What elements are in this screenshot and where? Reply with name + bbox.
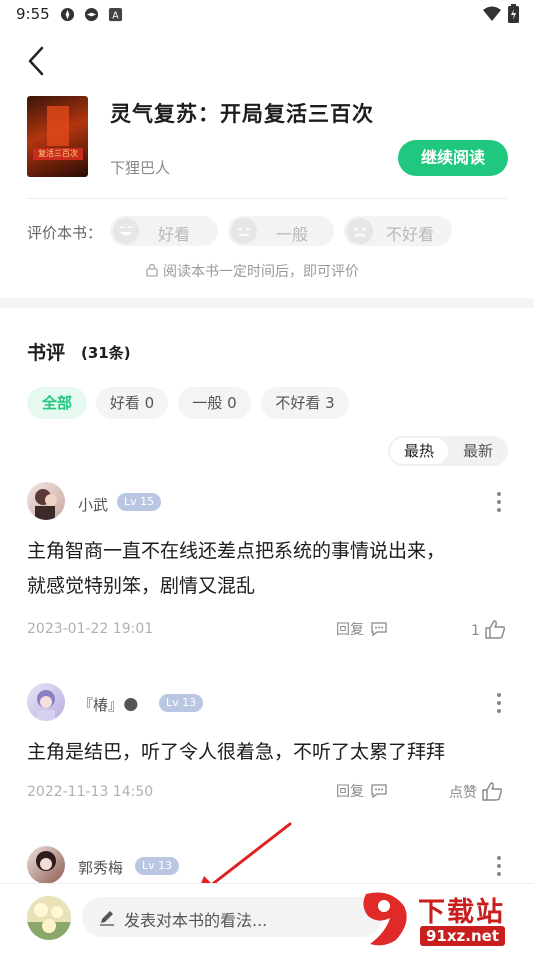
rating-label: 评价本书： xyxy=(27,224,103,242)
battery-icon xyxy=(508,4,519,23)
sort-toggle: 最热 最新 xyxy=(388,436,508,466)
app-notification-icon xyxy=(60,7,75,22)
filter-all[interactable]: 全部 xyxy=(27,387,87,419)
user-avatar-image xyxy=(37,690,55,721)
sort-hot-button[interactable]: 最热 xyxy=(390,438,448,464)
comment-input[interactable]: 发表对本书的看法... xyxy=(82,897,382,937)
review-text: 主角是结巴，听了令人很着急，不听了太累了拜拜 xyxy=(27,735,517,770)
reply-button[interactable]: 回复 xyxy=(336,619,388,639)
rate-bad-label: 不好看 xyxy=(386,225,435,244)
comment-placeholder: 发表对本书的看法... xyxy=(124,911,268,930)
book-author[interactable]: 下狸巴人 xyxy=(110,157,170,178)
review-username[interactable]: 『椿』🌑 xyxy=(78,694,139,715)
comment-icon xyxy=(371,784,388,799)
lock-icon xyxy=(146,263,158,277)
neutral-face-icon xyxy=(231,218,257,244)
thumbs-up-icon xyxy=(485,620,506,639)
level-badge: Lv 13 xyxy=(135,857,180,875)
divider xyxy=(27,198,508,199)
back-icon[interactable] xyxy=(22,44,52,78)
rate-good-label: 好看 xyxy=(158,225,191,244)
review-date: 2022-11-13 14:50 xyxy=(27,784,154,800)
more-options-icon[interactable] xyxy=(496,855,502,877)
filter-good[interactable]: 好看 0 xyxy=(96,387,168,419)
watermark-logo: 下载站 91xz.net xyxy=(360,888,534,950)
avatar[interactable] xyxy=(27,482,65,520)
review-username[interactable]: 小武 xyxy=(78,494,108,515)
more-options-icon[interactable] xyxy=(496,491,502,513)
book-title: 灵气复苏：开局复活三百次 xyxy=(110,102,374,126)
avatar[interactable] xyxy=(27,683,65,721)
watermark-url: 91xz.net xyxy=(420,926,506,946)
level-badge: Lv 15 xyxy=(117,493,162,511)
like-button[interactable]: 1 xyxy=(471,619,506,639)
review-username[interactable]: 郭秀梅 xyxy=(78,857,123,878)
comment-icon xyxy=(371,622,388,637)
reviews-count: (31条) xyxy=(81,344,131,362)
rate-bad-button[interactable]: 不好看 xyxy=(344,216,452,246)
review-text-line: 就感觉特别笨，剧情又混乱 xyxy=(27,575,256,597)
reply-label: 回复 xyxy=(336,784,364,800)
review-text-line: 主角智商一直不在线还差点把系统的事情说出来， xyxy=(27,540,446,562)
level-badge: Lv 13 xyxy=(159,694,204,712)
rate-average-label: 一般 xyxy=(276,225,309,244)
status-time: 9:55 xyxy=(16,5,50,23)
filter-bad[interactable]: 不好看 3 xyxy=(261,387,349,419)
wifi-icon xyxy=(483,6,501,21)
rate-average-button[interactable]: 一般 xyxy=(228,216,334,246)
user-avatar-image xyxy=(36,851,56,871)
user-avatar-image xyxy=(35,489,57,520)
continue-reading-button[interactable]: 继续阅读 xyxy=(398,140,508,176)
sad-face-icon xyxy=(347,218,373,244)
like-count: 1 xyxy=(471,623,480,639)
my-avatar[interactable] xyxy=(27,896,71,940)
book-cover[interactable]: 复活三百次 xyxy=(27,96,88,177)
status-bar: 9:55 A xyxy=(0,0,534,28)
avatar[interactable] xyxy=(27,846,65,884)
watermark-title: 下载站 xyxy=(418,897,505,928)
more-options-icon[interactable] xyxy=(496,692,502,714)
review-text: 主角智商一直不在线还差点把系统的事情说出来， 就感觉特别笨，剧情又混乱 xyxy=(27,534,517,604)
text-notification-icon: A xyxy=(108,7,123,21)
pen-icon xyxy=(100,911,114,926)
review-date: 2023-01-22 19:01 xyxy=(27,621,154,637)
filter-average[interactable]: 一般 0 xyxy=(178,387,251,419)
book-cover-title: 复活三百次 xyxy=(33,148,83,160)
like-label: 点赞 xyxy=(449,785,477,801)
rating-hint: 阅读本书一定时间后，即可评价 xyxy=(163,264,359,280)
svg-text:A: A xyxy=(112,10,119,21)
review-text-line: 主角是结巴，听了令人很着急，不听了太累了拜拜 xyxy=(27,741,446,763)
laugh-face-icon xyxy=(113,218,139,244)
like-button[interactable]: 点赞 xyxy=(449,781,503,802)
section-separator xyxy=(0,298,534,308)
reply-button[interactable]: 回复 xyxy=(336,781,388,801)
rate-good-button[interactable]: 好看 xyxy=(110,216,218,246)
thumbs-up-icon xyxy=(482,782,503,801)
app-notification-icon xyxy=(84,7,99,22)
reviews-title: 书评 xyxy=(27,342,66,364)
reply-label: 回复 xyxy=(336,622,364,638)
sort-new-button[interactable]: 最新 xyxy=(450,438,506,464)
user-avatar-image xyxy=(27,896,71,940)
